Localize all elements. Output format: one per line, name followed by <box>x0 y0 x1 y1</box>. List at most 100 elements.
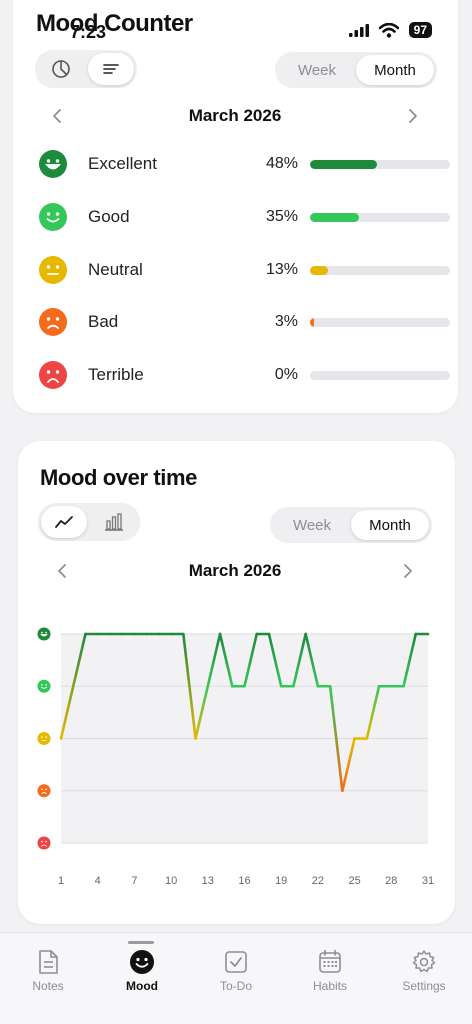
line-chart-button[interactable] <box>41 506 87 538</box>
mood-progress-bar <box>310 265 450 275</box>
timeline-month-nav: March 2026 <box>50 559 420 583</box>
mood-line-chart: 1 4 7 10 13 16 19 22 25 28 31 <box>37 627 434 887</box>
settings-icon <box>412 950 436 973</box>
mood-percent: 48% <box>265 155 298 172</box>
next-month-button[interactable] <box>401 104 425 128</box>
mood-distribution-card: Week Month March 2026 Excellent 48% Good 35… <box>13 0 458 413</box>
month-button[interactable]: Month <box>356 55 434 85</box>
bad-face-icon <box>38 307 68 337</box>
chevron-right-icon <box>404 564 412 578</box>
mood-progress-fill <box>310 159 378 169</box>
chevron-left-icon <box>58 564 66 578</box>
tab-label: To-Do <box>219 979 252 993</box>
mood-row-neutral: Neutral 13% <box>38 253 450 287</box>
bad-face-icon <box>37 784 51 798</box>
month-button[interactable]: Month <box>351 510 429 540</box>
mood-row-excellent: Excellent 48% <box>38 147 450 181</box>
excellent-face-icon <box>37 627 51 641</box>
active-tab-indicator <box>128 941 154 944</box>
mood-progress-fill <box>310 317 315 327</box>
mood-progress-fill <box>310 265 329 275</box>
x-tick-label: 13 <box>202 875 214 887</box>
mood-name: Bad <box>88 312 119 331</box>
mood-progress-bar <box>310 370 450 380</box>
tab-habits[interactable]: Habits <box>290 949 370 993</box>
timeline-range-toggle: Week Month <box>270 507 432 543</box>
mood-icon <box>130 950 154 974</box>
mood-percent: 0% <box>274 366 298 383</box>
mood-over-time-card: Mood over time Week Month March 2026 1 4 7 <box>18 441 455 924</box>
chevron-left-icon <box>53 109 61 123</box>
week-button[interactable]: Week <box>273 510 351 540</box>
x-tick-label: 7 <box>131 875 137 887</box>
week-button[interactable]: Week <box>278 55 356 85</box>
tab-settings[interactable]: Settings <box>384 949 464 993</box>
status-time: 7:23 <box>70 22 107 42</box>
mood-progress-bar <box>310 159 450 169</box>
x-tick-label: 28 <box>385 875 397 887</box>
mood-name: Neutral <box>88 260 143 279</box>
mood-name: Good <box>88 207 130 226</box>
chart-type-toggle <box>38 503 140 541</box>
notes-icon <box>39 950 58 974</box>
mood-row-terrible: Terrible 0% <box>38 358 450 392</box>
mood-row-good: Good 35% <box>38 200 450 234</box>
x-tick-label: 25 <box>348 875 360 887</box>
tab-notes[interactable]: Notes <box>8 949 88 993</box>
x-tick-label: 19 <box>275 875 287 887</box>
tab-label: Settings <box>402 979 446 993</box>
pie-chart-icon <box>52 60 70 78</box>
distribution-range-toggle: Week Month <box>275 52 437 88</box>
next-month-button[interactable] <box>396 559 420 583</box>
excellent-face-icon <box>38 149 68 179</box>
status-bar: Mood Counter 7:23 97 <box>0 0 472 48</box>
bar-chart-button[interactable] <box>91 506 137 538</box>
month-label: March 2026 <box>188 106 282 125</box>
line-chart-icon <box>55 516 73 528</box>
good-face-icon <box>38 202 68 232</box>
distribution-view-toggle <box>35 50 137 88</box>
habits-icon <box>319 949 341 973</box>
tab-mood[interactable]: Mood <box>102 949 182 993</box>
mood-name: Terrible <box>88 365 144 384</box>
chart-title: Mood over time <box>40 465 197 490</box>
mood-name: Excellent <box>88 154 157 173</box>
mood-progress-bar <box>310 212 450 222</box>
tab-label: Habits <box>312 979 347 993</box>
list-lines-icon <box>103 64 119 74</box>
tab-label: Notes <box>32 979 64 993</box>
tab-bar: Notes Mood To-Do Habits Settings <box>0 932 472 1024</box>
x-tick-label: 4 <box>95 875 101 887</box>
neutral-face-icon <box>37 731 51 746</box>
mood-progress-bar <box>310 317 450 327</box>
signal-icon <box>348 24 369 37</box>
tab-todo[interactable]: To-Do <box>196 949 276 993</box>
mood-percent: 35% <box>265 208 298 225</box>
mood-percent: 13% <box>265 261 298 278</box>
mood-progress-fill <box>310 212 359 222</box>
terrible-face-icon <box>37 836 51 850</box>
pie-view-button[interactable] <box>38 53 84 85</box>
x-tick-label: 1 <box>58 875 64 887</box>
neutral-face-icon <box>38 255 68 285</box>
tab-label: Mood <box>126 979 158 993</box>
list-view-button[interactable] <box>88 53 134 85</box>
todo-icon <box>225 951 247 973</box>
terrible-face-icon <box>38 360 68 390</box>
good-face-icon <box>37 679 51 693</box>
app-title: Mood Counter <box>36 10 193 37</box>
mood-percent: 3% <box>274 313 298 330</box>
chevron-right-icon <box>409 109 417 123</box>
distribution-month-nav: March 2026 <box>45 104 425 128</box>
x-tick-label: 10 <box>165 875 177 887</box>
bar-chart-icon <box>105 513 123 531</box>
previous-month-button[interactable] <box>45 104 69 128</box>
status-icons: 97 <box>348 22 432 38</box>
battery-indicator: 97 <box>408 22 432 38</box>
month-label: March 2026 <box>188 561 282 580</box>
x-tick-label: 16 <box>238 875 250 887</box>
mood-row-bad: Bad 3% <box>38 305 450 339</box>
x-tick-label: 22 <box>312 875 324 887</box>
previous-month-button[interactable] <box>50 559 74 583</box>
wifi-icon <box>378 22 399 38</box>
